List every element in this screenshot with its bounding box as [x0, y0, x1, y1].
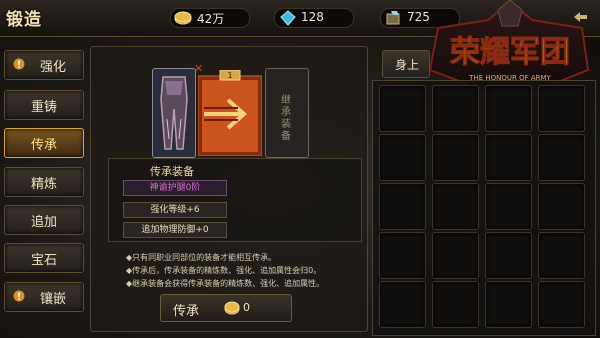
inventory-slot[interactable] [538, 183, 585, 230]
source-equipment-slot[interactable] [152, 68, 196, 158]
nav-item-inherit[interactable]: 传承 [4, 128, 84, 158]
nav-item-gem[interactable]: 宝石 [4, 243, 84, 273]
inherit-cost: 0 [243, 301, 250, 314]
crystal-counter: 128 [274, 8, 354, 28]
transfer-arrow-icon: 1 [198, 70, 262, 156]
inventory-slot[interactable] [432, 134, 479, 181]
tab-equipped[interactable]: 身上 [382, 50, 430, 78]
target-slot-label: 继承装备 [281, 95, 291, 142]
inventory-slot[interactable] [379, 183, 426, 230]
nav-item-recast[interactable]: 重铸 [4, 90, 84, 120]
rule-note-3: ◆继承装备会获得传承装备的精炼数、强化、追加属性。 [126, 279, 325, 288]
tab-label: 身上 [395, 58, 420, 72]
gem-icon [386, 11, 400, 25]
svg-text:荣耀军团: 荣耀军团 [450, 35, 570, 70]
target-equipment-slot[interactable]: 继承装备 [265, 68, 309, 158]
inventory-slot[interactable] [485, 85, 532, 132]
inventory-slot[interactable] [432, 183, 479, 230]
crystal-icon [280, 10, 296, 26]
inventory-slot[interactable] [379, 232, 426, 279]
inventory-slot[interactable] [538, 281, 585, 328]
inventory-slot[interactable] [485, 134, 532, 181]
extra-defense: 追加物理防御+0 [123, 222, 227, 238]
inventory-slot[interactable] [485, 232, 532, 279]
gold-counter: 42万 [170, 8, 250, 28]
info-title: 传承装备 [150, 165, 194, 178]
inventory-slot[interactable] [432, 232, 479, 279]
rule-note-2: ◆传承后，传承装备的精炼数、强化、追加属性会归0。 [126, 266, 322, 275]
nav-item-refine[interactable]: 精炼 [4, 167, 84, 197]
item-name: 神谕护腿0阶 [123, 180, 227, 196]
inventory-slot[interactable] [485, 281, 532, 328]
enhance-level: 强化等级+6 [123, 202, 227, 218]
inventory-slot[interactable] [432, 281, 479, 328]
nav-item-strengthen[interactable]: 强化 [4, 50, 84, 80]
inventory-slot[interactable] [379, 281, 426, 328]
nav-label: 镶嵌 [39, 292, 66, 307]
crystal-value: 128 [301, 10, 324, 24]
inventory-panel [372, 80, 596, 336]
gold-coin-icon [224, 301, 240, 315]
inventory-slot[interactable] [379, 85, 426, 132]
inventory-slot[interactable] [538, 232, 585, 279]
nav-item-inlay[interactable]: 镶嵌 [4, 282, 84, 312]
inventory-slot[interactable] [538, 85, 585, 132]
nav-label: 传承 [30, 138, 57, 153]
nav-label: 强化 [39, 60, 66, 75]
nav-label: 精炼 [30, 177, 57, 192]
nav-label: 追加 [30, 215, 57, 230]
gold-value: 42万 [197, 12, 225, 26]
rule-note-1: ◆只有同职业同部位的装备才能相互传承。 [126, 253, 277, 262]
nav-label: 宝石 [30, 253, 57, 268]
inherit-button[interactable]: 传承 0 [160, 294, 292, 322]
inventory-slot[interactable] [485, 183, 532, 230]
inherit-button-label: 传承 [173, 304, 200, 319]
nav-label: 重铸 [30, 100, 57, 115]
nav-item-append[interactable]: 追加 [4, 205, 84, 235]
inventory-slot[interactable] [379, 134, 426, 181]
gold-coin-icon [174, 11, 192, 25]
leg-armor-icon [160, 76, 188, 150]
page-title: 锻造 [6, 10, 42, 30]
inventory-slot[interactable] [432, 85, 479, 132]
arrow-badge: 1 [227, 71, 232, 80]
inventory-slot[interactable] [538, 134, 585, 181]
